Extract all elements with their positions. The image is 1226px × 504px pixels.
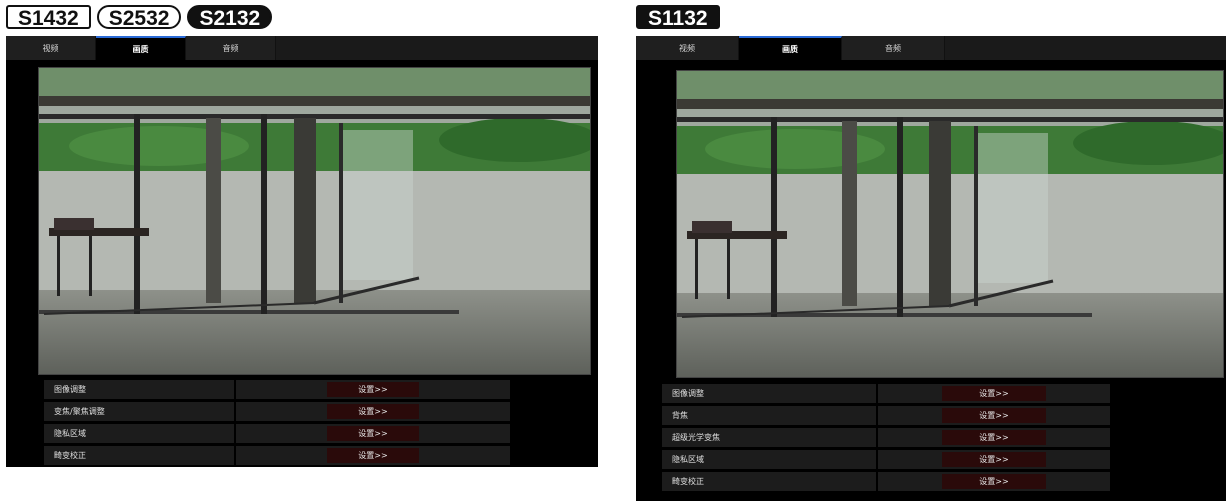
model-badge: S1132 bbox=[636, 5, 720, 30]
setting-label-image-adjust: 图像调整 bbox=[44, 380, 234, 399]
setting-label-image-adjust: 图像调整 bbox=[662, 384, 876, 403]
settings-row: 畸变校正 设置>> bbox=[44, 446, 594, 465]
tab-video[interactable]: 视频 bbox=[636, 36, 739, 60]
setup-button[interactable]: 设置>> bbox=[942, 452, 1046, 467]
setup-button[interactable]: 设置>> bbox=[327, 404, 419, 419]
model-badge: S1432 bbox=[6, 5, 91, 30]
camera-preview-image bbox=[676, 70, 1224, 378]
settings-row: 图像调整 设置>> bbox=[44, 380, 594, 399]
tab-video[interactable]: 视频 bbox=[6, 36, 96, 60]
settings-row: 隐私区域 设置>> bbox=[662, 450, 1196, 469]
right-panel: S1132 视频 画质 音频 图像调整 设置>> 背焦 设置>> 超级光学变焦 … bbox=[630, 0, 1226, 504]
tab-bar: 视频 画质 音频 bbox=[636, 36, 1226, 60]
setting-label-distortion-correction: 畸变校正 bbox=[44, 446, 234, 465]
settings-list: 图像调整 设置>> 背焦 设置>> 超级光学变焦 设置>> 隐私区域 设置>> … bbox=[662, 384, 1196, 494]
setup-button[interactable]: 设置>> bbox=[327, 448, 419, 463]
settings-row: 图像调整 设置>> bbox=[662, 384, 1196, 403]
tab-image-quality[interactable]: 画质 bbox=[96, 36, 186, 60]
settings-row: 变焦/聚焦调整 设置>> bbox=[44, 402, 594, 421]
setting-label-privacy-zone: 隐私区域 bbox=[662, 450, 876, 469]
setup-button[interactable]: 设置>> bbox=[942, 430, 1046, 445]
setup-button[interactable]: 设置>> bbox=[942, 474, 1046, 489]
left-panel: S1432 S2532 S2132 视频 画质 音频 图像调整 设置>> 变焦/… bbox=[0, 0, 600, 504]
setting-label-back-focus: 背焦 bbox=[662, 406, 876, 425]
model-badge: S2132 bbox=[187, 5, 273, 30]
setup-button[interactable]: 设置>> bbox=[942, 408, 1046, 423]
setting-label-distortion-correction: 畸变校正 bbox=[662, 472, 876, 491]
camera-preview-image bbox=[38, 67, 591, 375]
setup-button[interactable]: 设置>> bbox=[327, 382, 419, 397]
model-badges: S1132 bbox=[636, 2, 720, 32]
settings-list: 图像调整 设置>> 变焦/聚焦调整 设置>> 隐私区域 设置>> 畸变校正 设置… bbox=[44, 380, 594, 468]
camera-settings-frame: 视频 画质 音频 bbox=[6, 36, 598, 467]
tab-image-quality[interactable]: 画质 bbox=[739, 36, 842, 60]
settings-row: 超级光学变焦 设置>> bbox=[662, 428, 1196, 447]
settings-row: 背焦 设置>> bbox=[662, 406, 1196, 425]
tab-bar: 视频 画质 音频 bbox=[6, 36, 598, 60]
setting-label-privacy-zone: 隐私区域 bbox=[44, 424, 234, 443]
tab-audio[interactable]: 音频 bbox=[842, 36, 945, 60]
model-badge: S2532 bbox=[96, 5, 182, 30]
settings-row: 畸变校正 设置>> bbox=[662, 472, 1196, 491]
camera-settings-frame: 视频 画质 音频 bbox=[636, 36, 1226, 501]
setting-label-zoom-focus: 变焦/聚焦调整 bbox=[44, 402, 234, 421]
setup-button[interactable]: 设置>> bbox=[327, 426, 419, 441]
settings-row: 隐私区域 设置>> bbox=[44, 424, 594, 443]
setting-label-super-optical-zoom: 超级光学变焦 bbox=[662, 428, 876, 447]
setup-button[interactable]: 设置>> bbox=[942, 386, 1046, 401]
model-badges: S1432 S2532 S2132 bbox=[6, 2, 273, 32]
tab-audio[interactable]: 音频 bbox=[186, 36, 276, 60]
